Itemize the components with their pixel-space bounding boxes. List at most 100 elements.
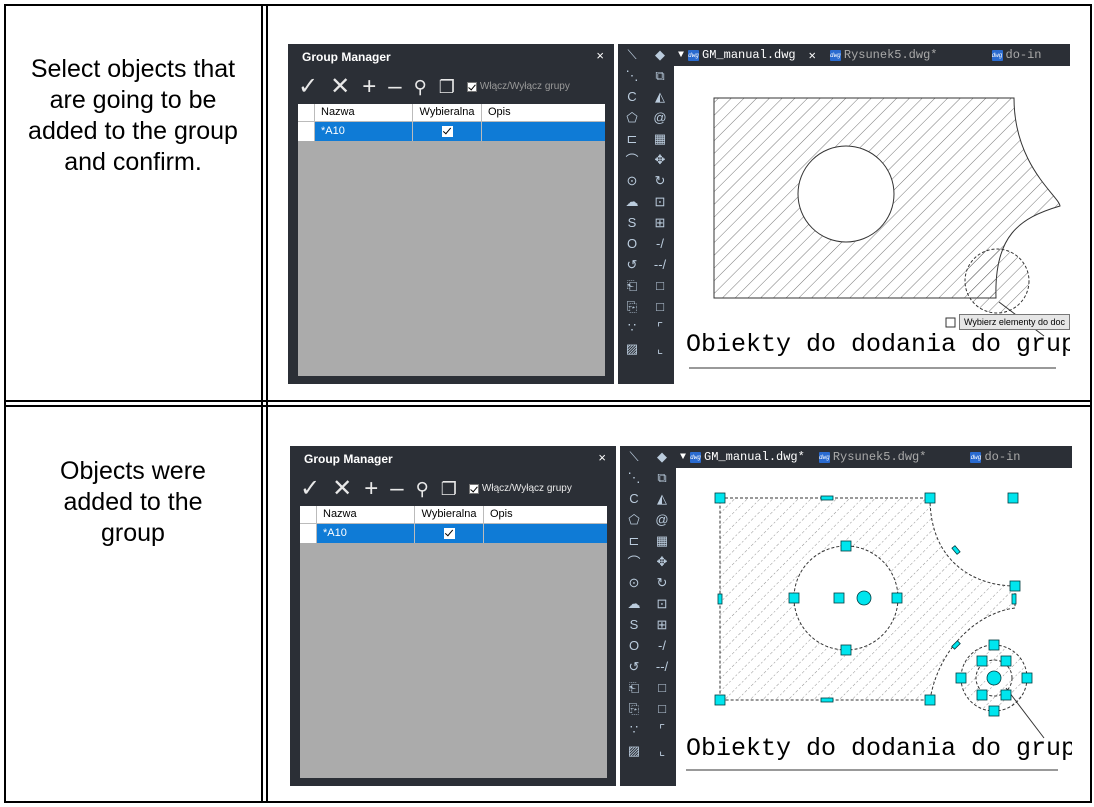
mirror-icon[interactable]: ◭ [646,86,674,107]
selectable-checkbox[interactable] [443,528,455,539]
tab-gm-manual[interactable]: dwg GM_manual.dwg ✕ [688,48,816,63]
center-hole[interactable] [797,145,895,243]
tab-do-in[interactable]: dwg do-in [991,48,1042,62]
tab-gm-manual[interactable]: dwg GM_manual.dwg* [690,450,805,464]
break-icon[interactable]: □ [646,275,674,296]
polygon-icon[interactable]: ⬠ [618,107,646,128]
grip[interactable] [1000,689,1012,701]
table-row[interactable]: *A10 [298,122,605,141]
grip-midpoint[interactable] [1011,593,1017,605]
add-icon[interactable]: + [362,74,376,100]
grip[interactable] [788,592,800,604]
group-desc-cell[interactable] [484,524,607,543]
chamfer-icon[interactable]: ⌜ [648,719,676,740]
rectangle-icon[interactable]: ⊏ [620,530,648,551]
cancel-icon[interactable]: ✕ [330,74,350,100]
cancel-icon[interactable]: ✕ [332,476,352,502]
grip[interactable] [924,694,936,706]
offset-icon[interactable]: @ [646,107,674,128]
grip[interactable] [988,639,1000,651]
array-icon[interactable]: ▦ [648,530,676,551]
fillet-icon[interactable]: ⌞ [648,740,676,761]
polyline-icon[interactable]: ⋱ [620,467,648,488]
confirm-icon[interactable]: ✓ [298,74,318,100]
tab-close-icon[interactable]: ✕ [809,48,816,63]
hatch-icon[interactable]: ▨ [618,338,646,359]
small-circle[interactable] [964,248,1030,314]
tabs-dropdown-icon[interactable]: ▼ [680,452,686,463]
grip[interactable] [988,705,1000,717]
block-icon[interactable]: ⎘ [618,296,646,317]
extend-icon[interactable]: --/ [646,254,674,275]
tab-rysunek5[interactable]: dwg Rysunek5.dwg* [818,450,926,464]
table-row[interactable]: *A10 [300,524,607,543]
trim-icon[interactable]: -/ [646,233,674,254]
grip-center[interactable] [986,670,1002,686]
column-description[interactable]: Opis [482,104,605,121]
tab-do-in[interactable]: dwg do-in [970,450,1020,464]
insert-icon[interactable]: ⎗ [620,677,648,698]
grip-midpoint[interactable] [820,697,834,703]
cloud-icon[interactable]: ☁ [618,191,646,212]
polygon-icon[interactable]: ⬠ [620,509,648,530]
grip[interactable] [976,689,988,701]
circle-icon[interactable]: ⊙ [620,572,648,593]
extend-icon[interactable]: --/ [648,656,676,677]
column-description[interactable]: Opis [484,506,607,523]
copy-icon[interactable]: ❐ [439,74,455,100]
grip[interactable] [1000,655,1012,667]
rotate-icon[interactable]: ↻ [646,170,674,191]
insert-icon[interactable]: ⎗ [618,275,646,296]
stretch-icon[interactable]: ⊞ [648,614,676,635]
group-desc-cell[interactable] [482,122,605,141]
trim-icon[interactable]: -/ [648,635,676,656]
checkbox-icon[interactable] [468,484,479,494]
toggle-groups-checkbox[interactable]: Włącz/Wyłącz grupy [468,476,572,502]
arc2-icon[interactable]: ⌒ [618,149,646,170]
grip[interactable] [1009,580,1021,592]
toggle-groups-checkbox[interactable]: Włącz/Wyłącz grupy [466,74,570,100]
remove-icon[interactable]: – [388,74,401,100]
grip[interactable] [833,592,845,604]
break-icon[interactable]: □ [648,677,676,698]
tab-rysunek5[interactable]: dwg Rysunek5.dwg* [829,48,938,62]
point-icon[interactable]: ∵ [618,317,646,338]
close-icon[interactable]: × [598,450,606,465]
search-icon[interactable]: ⚲ [414,74,427,100]
arc-icon[interactable]: C [620,488,648,509]
eraser-icon[interactable]: ◆ [646,44,674,65]
grip[interactable] [1021,672,1033,684]
grip[interactable] [714,694,726,706]
column-selectable[interactable]: Wybieralna [413,104,482,121]
grip[interactable] [840,644,852,656]
grip-midpoint[interactable] [820,495,834,501]
column-name[interactable]: Nazwa [315,104,413,121]
grip[interactable] [955,672,967,684]
ellipse-icon[interactable]: O [618,233,646,254]
move-icon[interactable]: ✥ [646,149,674,170]
rectangle-icon[interactable]: ⊏ [618,128,646,149]
line-icon[interactable]: ⟍ [618,44,646,65]
join-icon[interactable]: □ [648,698,676,719]
add-icon[interactable]: + [364,476,378,502]
group-name-cell[interactable]: *A10 [315,122,413,141]
grip-center[interactable] [856,590,872,606]
cloud-icon[interactable]: ☁ [620,593,648,614]
copy-icon[interactable]: ❐ [441,476,457,502]
polyline-icon[interactable]: ⋱ [618,65,646,86]
grip[interactable] [714,492,726,504]
fillet-icon[interactable]: ⌞ [646,338,674,359]
tabs-dropdown-icon[interactable]: ▼ [678,50,684,61]
eraser-icon[interactable]: ◆ [648,446,676,467]
arc2-icon[interactable]: ⌒ [620,551,648,572]
column-name[interactable]: Nazwa [317,506,415,523]
grip-midpoint[interactable] [951,545,961,555]
group-name-cell[interactable]: *A10 [317,524,415,543]
selectable-checkbox[interactable] [441,126,453,137]
ellipse-arc-icon[interactable]: ↺ [620,656,648,677]
grip-midpoint[interactable] [717,593,723,605]
mirror-icon[interactable]: ◭ [648,488,676,509]
rotate-icon[interactable]: ↻ [648,572,676,593]
ellipse-arc-icon[interactable]: ↺ [618,254,646,275]
grip[interactable] [1007,492,1019,504]
